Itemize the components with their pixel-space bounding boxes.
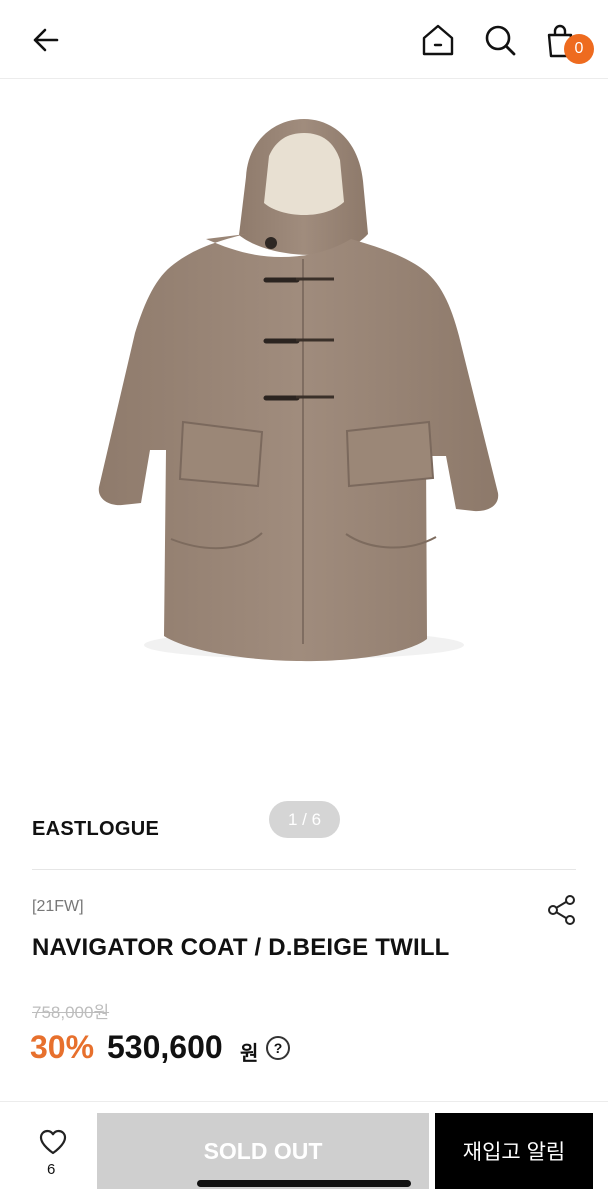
currency-unit: 원 [240, 1043, 259, 1065]
product-image-carousel[interactable]: 1 / 6 [0, 79, 608, 838]
home-indicator [197, 1180, 411, 1187]
image-pager: 1 / 6 [269, 801, 340, 838]
home-button[interactable] [416, 18, 460, 62]
season-tag: [21FW] [32, 898, 84, 915]
like-count: 6 [47, 1161, 56, 1178]
coat-product-image [98, 119, 499, 662]
product-title: NAVIGATOR COAT / D.BEIGE TWILL [32, 934, 450, 961]
top-navigation-bar: 0 [0, 0, 608, 79]
like-button[interactable] [38, 1128, 68, 1156]
share-icon [548, 895, 575, 925]
brand-name[interactable]: EASTLOGUE [32, 818, 159, 841]
sold-out-button[interactable]: SOLD OUT [97, 1113, 429, 1189]
home-icon [422, 24, 454, 56]
section-divider [32, 869, 576, 870]
cart-count-badge: 0 [564, 34, 594, 64]
sale-price: 530,600 [107, 1029, 223, 1065]
original-price: 758,000원 [32, 1003, 110, 1022]
search-icon [485, 25, 516, 56]
restock-alert-button[interactable]: 재입고 알림 [435, 1113, 593, 1189]
search-button[interactable] [478, 18, 522, 62]
back-button[interactable] [24, 18, 68, 62]
price-help-icon[interactable]: ? [266, 1036, 290, 1060]
heart-icon [39, 1129, 67, 1155]
arrow-left-icon [33, 28, 59, 52]
discount-rate: 30% [30, 1029, 95, 1065]
share-button[interactable] [545, 893, 579, 927]
